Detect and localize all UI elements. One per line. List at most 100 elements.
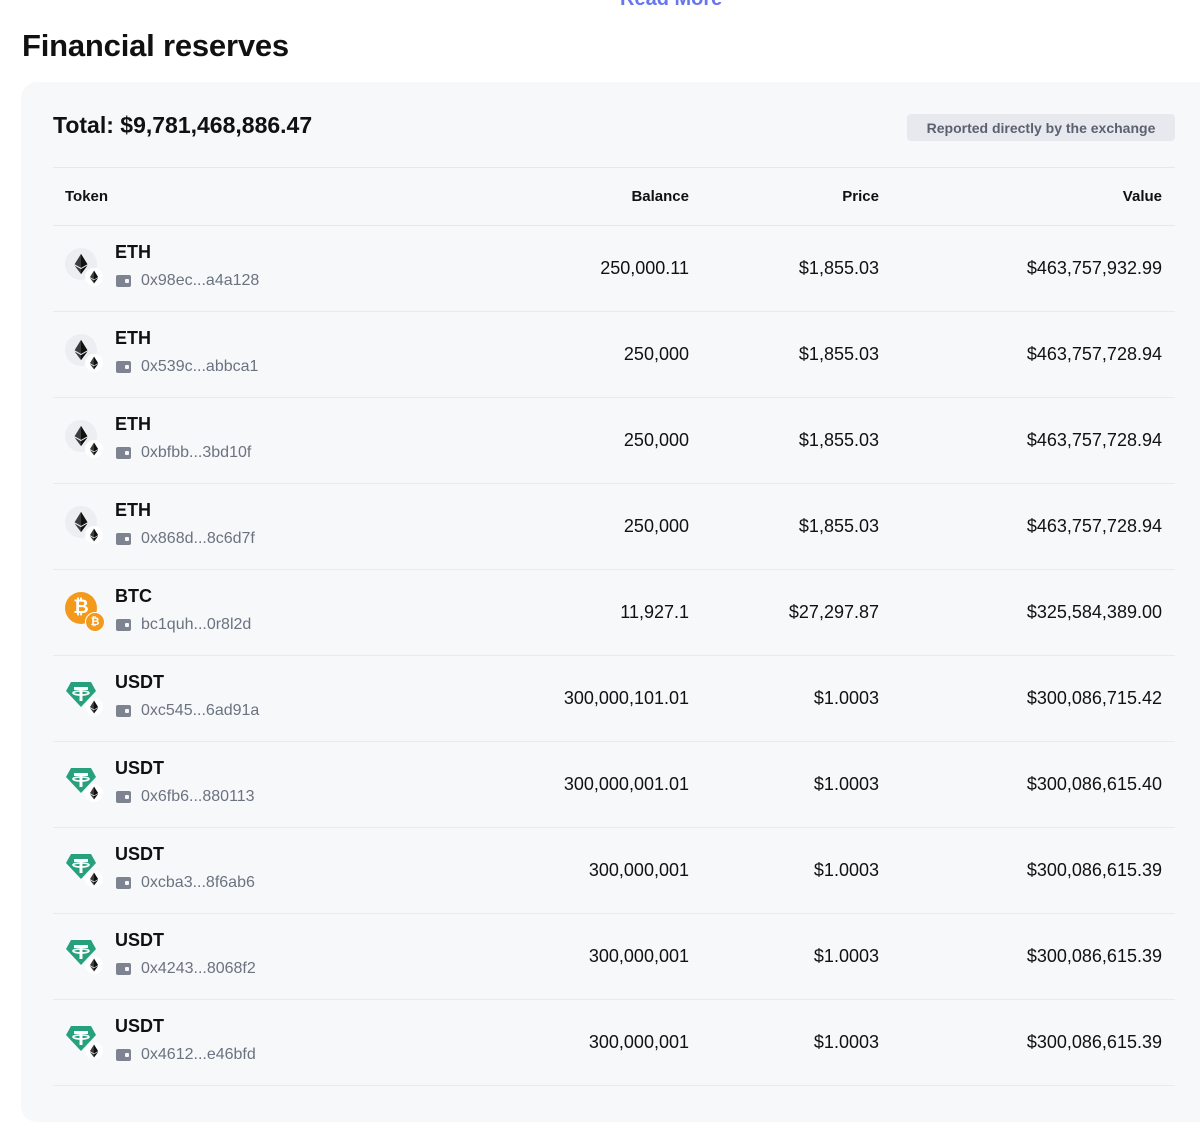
eth-network-icon <box>85 784 103 802</box>
eth-network-icon <box>85 870 103 888</box>
token-balance: 300,000,001.01 <box>563 774 689 794</box>
token-value: $463,757,728.94 <box>1026 430 1162 450</box>
token-icon-group <box>65 764 105 804</box>
wallet-icon <box>116 963 131 975</box>
page-title: Financial reserves <box>22 28 289 63</box>
eth-network-icon <box>85 268 103 286</box>
table-header: Token Balance Price Value <box>53 168 1175 226</box>
table-row[interactable]: USDT 0x4243...8068f2 300,000,001 $1.0003… <box>53 914 1175 1000</box>
token-balance: 250,000 <box>623 344 689 364</box>
wallet-address-text: 0x4612...e46bfd <box>141 1046 256 1063</box>
token-balance: 300,000,001 <box>588 1032 689 1052</box>
token-value: $463,757,728.94 <box>1026 344 1162 364</box>
token-icon-group <box>65 1022 105 1062</box>
eth-network-icon <box>85 526 103 544</box>
wallet-address-text: 0xbfbb...3bd10f <box>141 444 252 461</box>
token-value: $300,086,615.39 <box>1026 1032 1162 1052</box>
token-balance: 300,000,101.01 <box>563 688 689 708</box>
column-header-balance[interactable]: Balance <box>631 188 689 205</box>
table-row[interactable]: ETH 0x868d...8c6d7f 250,000 $1,855.03 $4… <box>53 484 1175 570</box>
token-price: $1.0003 <box>813 1032 879 1052</box>
wallet-address[interactable]: 0x868d...8c6d7f <box>116 530 255 548</box>
btc-network-icon: ₿ <box>85 612 105 632</box>
token-price: $1.0003 <box>813 946 879 966</box>
token-symbol: ETH <box>115 242 151 262</box>
token-icon-group <box>65 678 105 718</box>
wallet-icon <box>116 361 131 373</box>
read-more-link[interactable]: Read More <box>620 0 722 11</box>
wallet-address-text: 0x98ec...a4a128 <box>141 272 260 289</box>
wallet-icon <box>116 877 131 889</box>
token-icon-group: ₿ ₿ <box>65 592 105 632</box>
token-value: $325,584,389.00 <box>1026 602 1162 622</box>
token-symbol: USDT <box>115 930 164 950</box>
token-value: $300,086,715.42 <box>1026 688 1162 708</box>
table-row[interactable]: ETH 0xbfbb...3bd10f 250,000 $1,855.03 $4… <box>53 398 1175 484</box>
reserves-table: ETH 0x98ec...a4a128 250,000.11 $1,855.03… <box>53 226 1175 1086</box>
token-price: $1,855.03 <box>798 516 879 536</box>
token-value: $463,757,728.94 <box>1026 516 1162 536</box>
token-icon-group <box>65 506 105 546</box>
wallet-address-text: 0x539c...abbca1 <box>141 358 259 375</box>
token-price: $1,855.03 <box>798 430 879 450</box>
source-badge: Reported directly by the exchange <box>907 114 1175 141</box>
wallet-icon <box>116 791 131 803</box>
wallet-icon <box>116 705 131 717</box>
token-value: $300,086,615.39 <box>1026 946 1162 966</box>
table-row[interactable]: ₿ ₿ BTC bc1quh...0r8l2d 11,927.1 $27,297… <box>53 570 1175 656</box>
token-price: $27,297.87 <box>788 602 879 622</box>
wallet-address-text: 0xcba3...8f6ab6 <box>141 874 255 891</box>
eth-network-icon <box>85 698 103 716</box>
table-row[interactable]: USDT 0x4612...e46bfd 300,000,001 $1.0003… <box>53 1000 1175 1086</box>
token-icon-group <box>65 936 105 976</box>
wallet-address[interactable]: 0xcba3...8f6ab6 <box>116 874 255 892</box>
wallet-icon <box>116 619 131 631</box>
wallet-address[interactable]: 0xbfbb...3bd10f <box>116 444 251 462</box>
wallet-address[interactable]: 0x4243...8068f2 <box>116 960 256 978</box>
wallet-address-text: 0xc545...6ad91a <box>141 702 260 719</box>
wallet-address[interactable]: 0x6fb6...880113 <box>116 788 255 806</box>
column-header-price[interactable]: Price <box>842 188 879 205</box>
column-header-value[interactable]: Value <box>1123 188 1162 205</box>
eth-network-icon <box>85 354 103 372</box>
table-row[interactable]: ETH 0x98ec...a4a128 250,000.11 $1,855.03… <box>53 226 1175 312</box>
wallet-address[interactable]: 0x98ec...a4a128 <box>116 272 259 290</box>
token-icon-group <box>65 334 105 374</box>
token-balance: 250,000 <box>623 516 689 536</box>
token-icon-group <box>65 420 105 460</box>
token-price: $1,855.03 <box>798 344 879 364</box>
token-balance: 250,000.11 <box>600 258 689 278</box>
wallet-icon <box>116 533 131 545</box>
token-balance: 300,000,001 <box>588 946 689 966</box>
table-row[interactable]: USDT 0xc545...6ad91a 300,000,101.01 $1.0… <box>53 656 1175 742</box>
column-header-token[interactable]: Token <box>65 188 108 205</box>
token-symbol: BTC <box>115 586 152 606</box>
eth-network-icon <box>85 1042 103 1060</box>
token-value: $463,757,932.99 <box>1026 258 1162 278</box>
token-price: $1.0003 <box>813 860 879 880</box>
token-symbol: ETH <box>115 414 151 434</box>
token-icon-group <box>65 850 105 890</box>
token-price: $1.0003 <box>813 774 879 794</box>
wallet-address[interactable]: 0xc545...6ad91a <box>116 702 259 720</box>
token-symbol: ETH <box>115 500 151 520</box>
token-icon-group <box>65 248 105 288</box>
total-reserves: Total: $9,781,468,886.47 <box>53 112 313 138</box>
token-value: $300,086,615.39 <box>1026 860 1162 880</box>
token-symbol: USDT <box>115 672 164 692</box>
token-price: $1.0003 <box>813 688 879 708</box>
wallet-icon <box>116 1049 131 1061</box>
table-row[interactable]: ETH 0x539c...abbca1 250,000 $1,855.03 $4… <box>53 312 1175 398</box>
token-balance: 300,000,001 <box>588 860 689 880</box>
wallet-address[interactable]: 0x539c...abbca1 <box>116 358 258 376</box>
wallet-address[interactable]: bc1quh...0r8l2d <box>116 616 251 634</box>
wallet-address[interactable]: 0x4612...e46bfd <box>116 1046 256 1064</box>
table-row[interactable]: USDT 0x6fb6...880113 300,000,001.01 $1.0… <box>53 742 1175 828</box>
token-symbol: ETH <box>115 328 151 348</box>
wallet-address-text: 0x6fb6...880113 <box>141 788 255 805</box>
token-symbol: USDT <box>115 1016 164 1036</box>
token-symbol: USDT <box>115 844 164 864</box>
token-value: $300,086,615.40 <box>1026 774 1162 794</box>
table-row[interactable]: USDT 0xcba3...8f6ab6 300,000,001 $1.0003… <box>53 828 1175 914</box>
wallet-icon <box>116 447 131 459</box>
